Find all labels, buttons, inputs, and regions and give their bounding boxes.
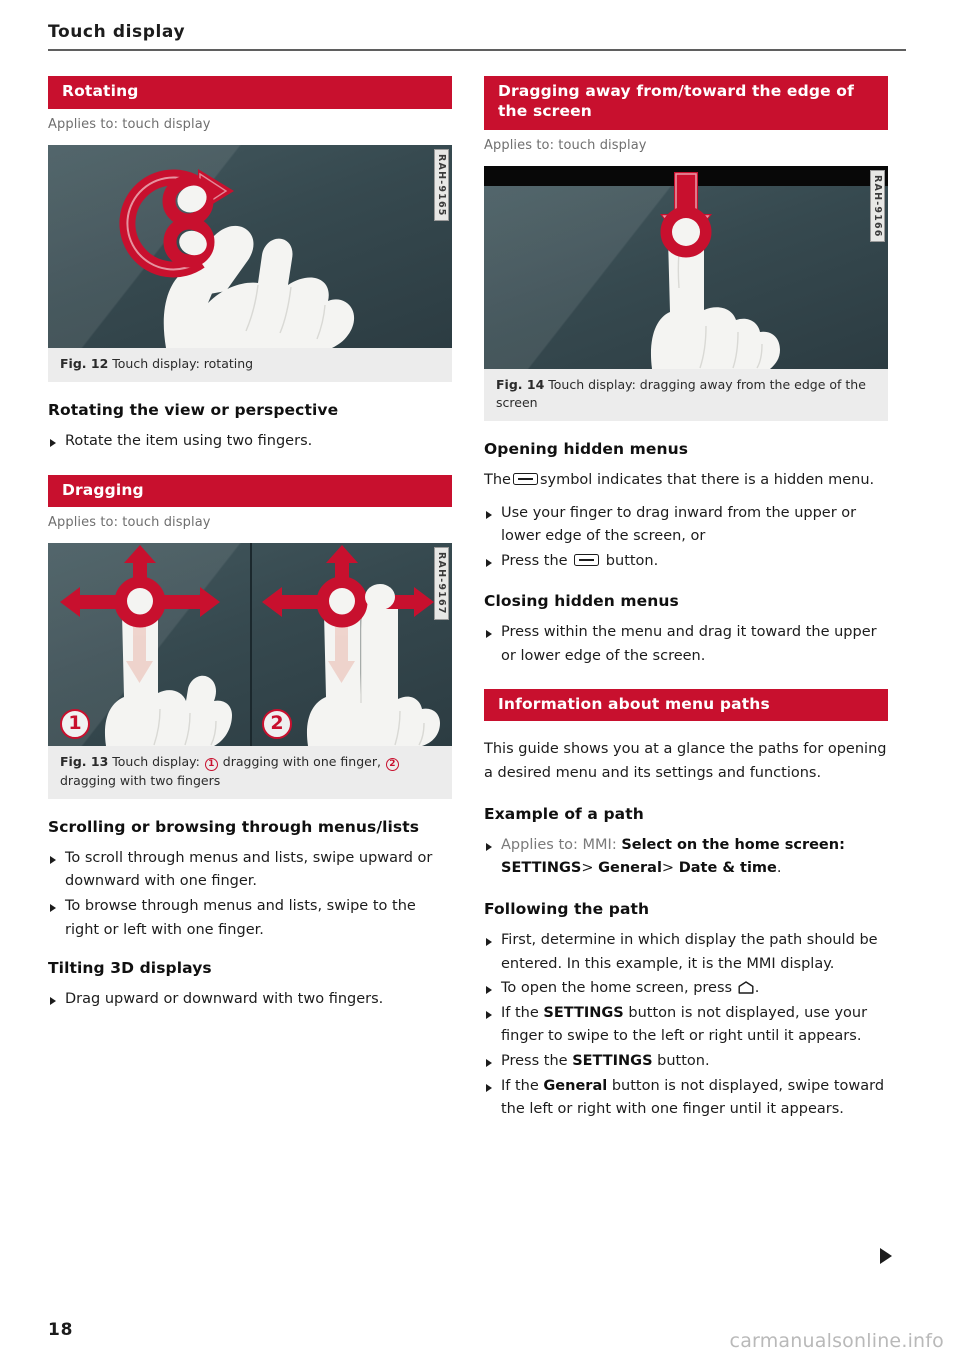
subheading-example-of-a-path: Example of a path bbox=[484, 804, 644, 823]
watermark: carmanualsonline.info bbox=[729, 1330, 944, 1352]
general-button-label: General bbox=[543, 1077, 608, 1094]
page-title: Touch display bbox=[48, 22, 186, 42]
figure-13-caption: Fig. 13 Touch display: 1 dragging with o… bbox=[48, 746, 452, 799]
settings-button-label: SETTINGS bbox=[572, 1053, 653, 1070]
menu-path-separator: > bbox=[661, 860, 675, 877]
bullet-open-home-screen: To open the home screen, press . bbox=[484, 977, 888, 1001]
figure-13: 1 2 RAH-9167 Fig. 13 Touch display: 1 dr… bbox=[48, 543, 452, 799]
figure-13-panel-divider bbox=[250, 543, 252, 747]
figure-12-code: RAH-9165 bbox=[434, 148, 449, 222]
home-icon bbox=[738, 981, 754, 994]
bullet-example-path: Applies to: MMI: Select on the home scre… bbox=[484, 834, 888, 881]
caption-circled-number-2: 2 bbox=[385, 758, 399, 772]
dragging-edge-illustration bbox=[484, 166, 888, 369]
header-rule bbox=[48, 49, 906, 51]
settings-button-label: SETTINGS bbox=[543, 1004, 624, 1021]
figure-14-caption-label: Fig. 14 bbox=[496, 376, 545, 392]
figure-13-image: 1 2 RAH-9167 bbox=[48, 543, 452, 747]
hidden-menu-bar-icon bbox=[512, 472, 538, 485]
paragraph-hidden-menu-symbol: The symbol indicates that there is a hidd… bbox=[484, 469, 888, 493]
menu-path-date-time: Date & time bbox=[678, 860, 777, 877]
press-settings-text-post: button. bbox=[657, 1053, 710, 1070]
bullet-drag-inward: Use your finger to drag inward from the … bbox=[484, 502, 888, 549]
home-screen-text-post: . bbox=[754, 980, 760, 997]
bullets-rotating: Rotate the item using two fingers. bbox=[48, 430, 452, 454]
menu-path-period: . bbox=[776, 860, 782, 877]
figure-13-caption-prefix: Touch display: bbox=[112, 754, 200, 770]
figure-14-caption-text: Touch display: dragging away from the ed… bbox=[496, 376, 866, 410]
bullet-scroll-menus: To scroll through menus and lists, swipe… bbox=[48, 847, 452, 894]
subheading-rotating-view: Rotating the view or perspective bbox=[48, 400, 339, 419]
figure-13-caption-item1: dragging with one finger, bbox=[222, 754, 381, 770]
bullets-example-path: Applies to: MMI: Select on the home scre… bbox=[484, 834, 888, 881]
bullets-following-path: First, determine in which display the pa… bbox=[484, 929, 888, 1122]
bullet-settings-not-displayed: If the SETTINGS button is not displayed,… bbox=[484, 1002, 888, 1049]
applies-to-dragging: Applies to: touch display bbox=[48, 515, 211, 531]
menu-path-separator: > bbox=[581, 860, 594, 877]
example-select-text: Select on the home screen: bbox=[621, 836, 845, 853]
hidden-menu-text-pre: The bbox=[484, 471, 511, 488]
figure-14-code: RAH-9166 bbox=[870, 169, 885, 243]
continuation-arrow-icon bbox=[880, 1248, 892, 1264]
menu-path-settings: SETTINGS bbox=[501, 860, 582, 877]
bullets-closing-hidden-menus: Press within the menu and drag it toward… bbox=[484, 621, 888, 668]
settings-text-pre: If the bbox=[501, 1004, 539, 1021]
subheading-scrolling: Scrolling or browsing through menus/list… bbox=[48, 817, 420, 836]
hidden-menu-bar-icon bbox=[574, 553, 600, 566]
bullet-press-within-menu: Press within the menu and drag it toward… bbox=[484, 621, 888, 668]
bullet-press-settings: Press the SETTINGS button. bbox=[484, 1050, 888, 1074]
rotating-gesture-illustration bbox=[48, 145, 452, 348]
hidden-menu-text-post: symbol indicates that there is a hidden … bbox=[539, 471, 875, 488]
example-applies-to: Applies to: MMI: bbox=[501, 836, 617, 853]
section-heading-rotating: Rotating bbox=[48, 76, 452, 109]
bullets-tilting: Drag upward or downward with two fingers… bbox=[48, 988, 452, 1012]
figure-13-caption-label: Fig. 13 bbox=[60, 754, 109, 770]
figure-12-caption-text: Touch display: rotating bbox=[112, 355, 254, 371]
bullet-determine-display: First, determine in which display the pa… bbox=[484, 929, 888, 976]
applies-to-dragging-edge: Applies to: touch display bbox=[484, 137, 647, 153]
bullets-opening-hidden-menus: Use your finger to drag inward from the … bbox=[484, 502, 888, 574]
bullet-general-not-displayed: If the General button is not displayed, … bbox=[484, 1075, 888, 1122]
bullets-scrolling: To scroll through menus and lists, swipe… bbox=[48, 847, 452, 943]
figure-13-caption-item2: dragging with two fingers bbox=[60, 772, 221, 788]
bullet-drag-two-fingers: Drag upward or downward with two fingers… bbox=[48, 988, 452, 1012]
figure-12-image: RAH-9165 bbox=[48, 144, 452, 348]
running-head: Touch display bbox=[48, 22, 906, 51]
section-heading-menu-paths: Information about menu paths bbox=[484, 688, 888, 722]
right-column: Dragging away from/toward the edge of th… bbox=[484, 76, 888, 1128]
home-screen-text-pre: To open the home screen, press bbox=[501, 980, 733, 997]
press-settings-text-pre: Press the bbox=[501, 1053, 568, 1070]
figure-14-image: RAH-9166 bbox=[484, 165, 888, 369]
paragraph-menu-paths-intro: This guide shows you at a glance the pat… bbox=[484, 741, 887, 782]
subheading-opening-hidden-menus: Opening hidden menus bbox=[484, 439, 689, 458]
figure-12: RAH-9165 Fig. 12 Touch display: rotating bbox=[48, 144, 452, 382]
subheading-tilting: Tilting 3D displays bbox=[48, 959, 212, 978]
figure-13-code: RAH-9167 bbox=[434, 547, 449, 621]
figure-12-caption: Fig. 12 Touch display: rotating bbox=[48, 347, 452, 382]
subheading-closing-hidden-menus: Closing hidden menus bbox=[484, 592, 679, 611]
page-number: 18 bbox=[48, 1320, 74, 1340]
bullet-browse-menus: To browse through menus and lists, swipe… bbox=[48, 895, 452, 942]
section-heading-dragging: Dragging bbox=[48, 474, 452, 508]
bullet-rotate-item: Rotate the item using two fingers. bbox=[48, 430, 452, 454]
press-button-text-pre: Press the bbox=[501, 552, 568, 569]
bullet-press-hidden-menu-button: Press the button. bbox=[484, 550, 888, 574]
caption-circled-number-1: 1 bbox=[204, 758, 218, 772]
left-column: Rotating Applies to: touch display RAH-9… bbox=[48, 76, 452, 1018]
manual-page: Touch display Rotating Applies to: touch… bbox=[0, 0, 960, 1363]
menu-path-general: General bbox=[598, 860, 662, 877]
subheading-following-the-path: Following the path bbox=[484, 899, 650, 918]
applies-to-rotating: Applies to: touch display bbox=[48, 116, 211, 132]
section-heading-dragging-edge: Dragging away from/toward the edge of th… bbox=[484, 76, 888, 130]
figure-14-caption: Fig. 14 Touch display: dragging away fro… bbox=[484, 368, 888, 421]
general-text-pre: If the bbox=[501, 1077, 539, 1094]
figure-14: RAH-9166 Fig. 14 Touch display: dragging… bbox=[484, 165, 888, 421]
figure-12-caption-label: Fig. 12 bbox=[60, 355, 109, 371]
press-button-text-post: button. bbox=[605, 552, 659, 569]
